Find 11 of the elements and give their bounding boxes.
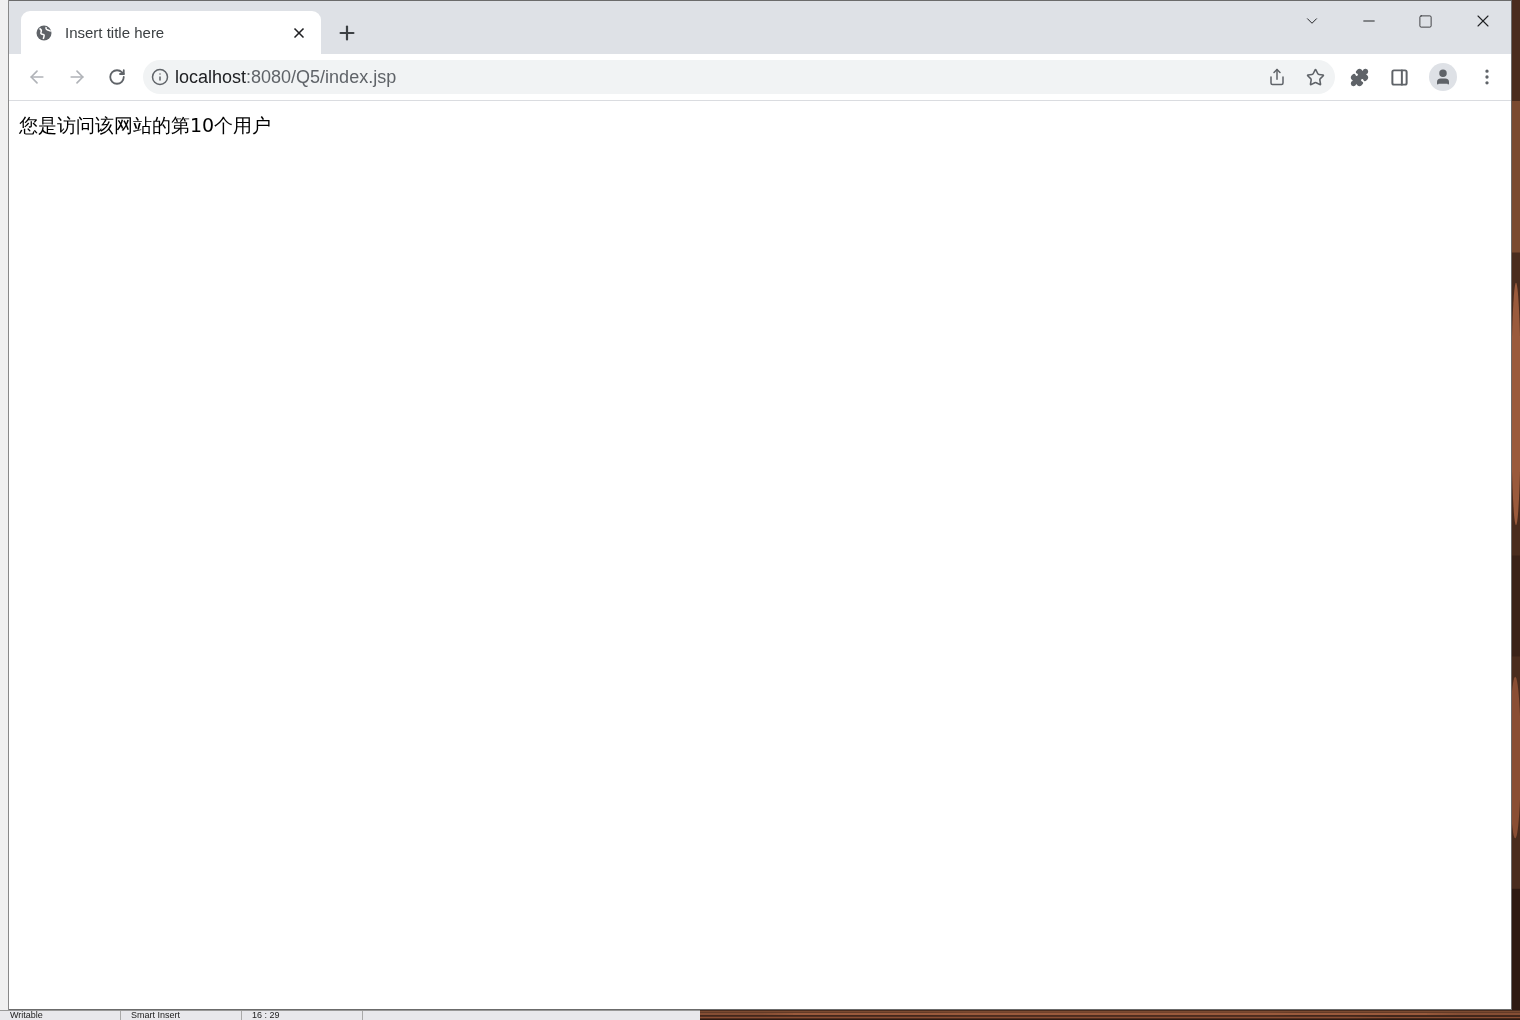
status-text: 16 : 29 xyxy=(242,1011,363,1020)
info-icon[interactable] xyxy=(151,68,169,86)
tab-title: Insert title here xyxy=(65,24,166,41)
globe-icon xyxy=(35,23,53,42)
address-bar[interactable]: localhost:8080/Q5/index.jsp xyxy=(143,60,1335,94)
page-text: 您是访问该网站的第10个用户 xyxy=(19,113,272,138)
status-text: Smart Insert xyxy=(121,1011,242,1020)
status-text: Writable xyxy=(0,1011,121,1020)
profile-avatar[interactable] xyxy=(1429,63,1457,91)
url-text: localhost:8080/Q5/index.jsp xyxy=(175,66,398,88)
browser-tab[interactable]: Insert title here xyxy=(21,11,321,54)
